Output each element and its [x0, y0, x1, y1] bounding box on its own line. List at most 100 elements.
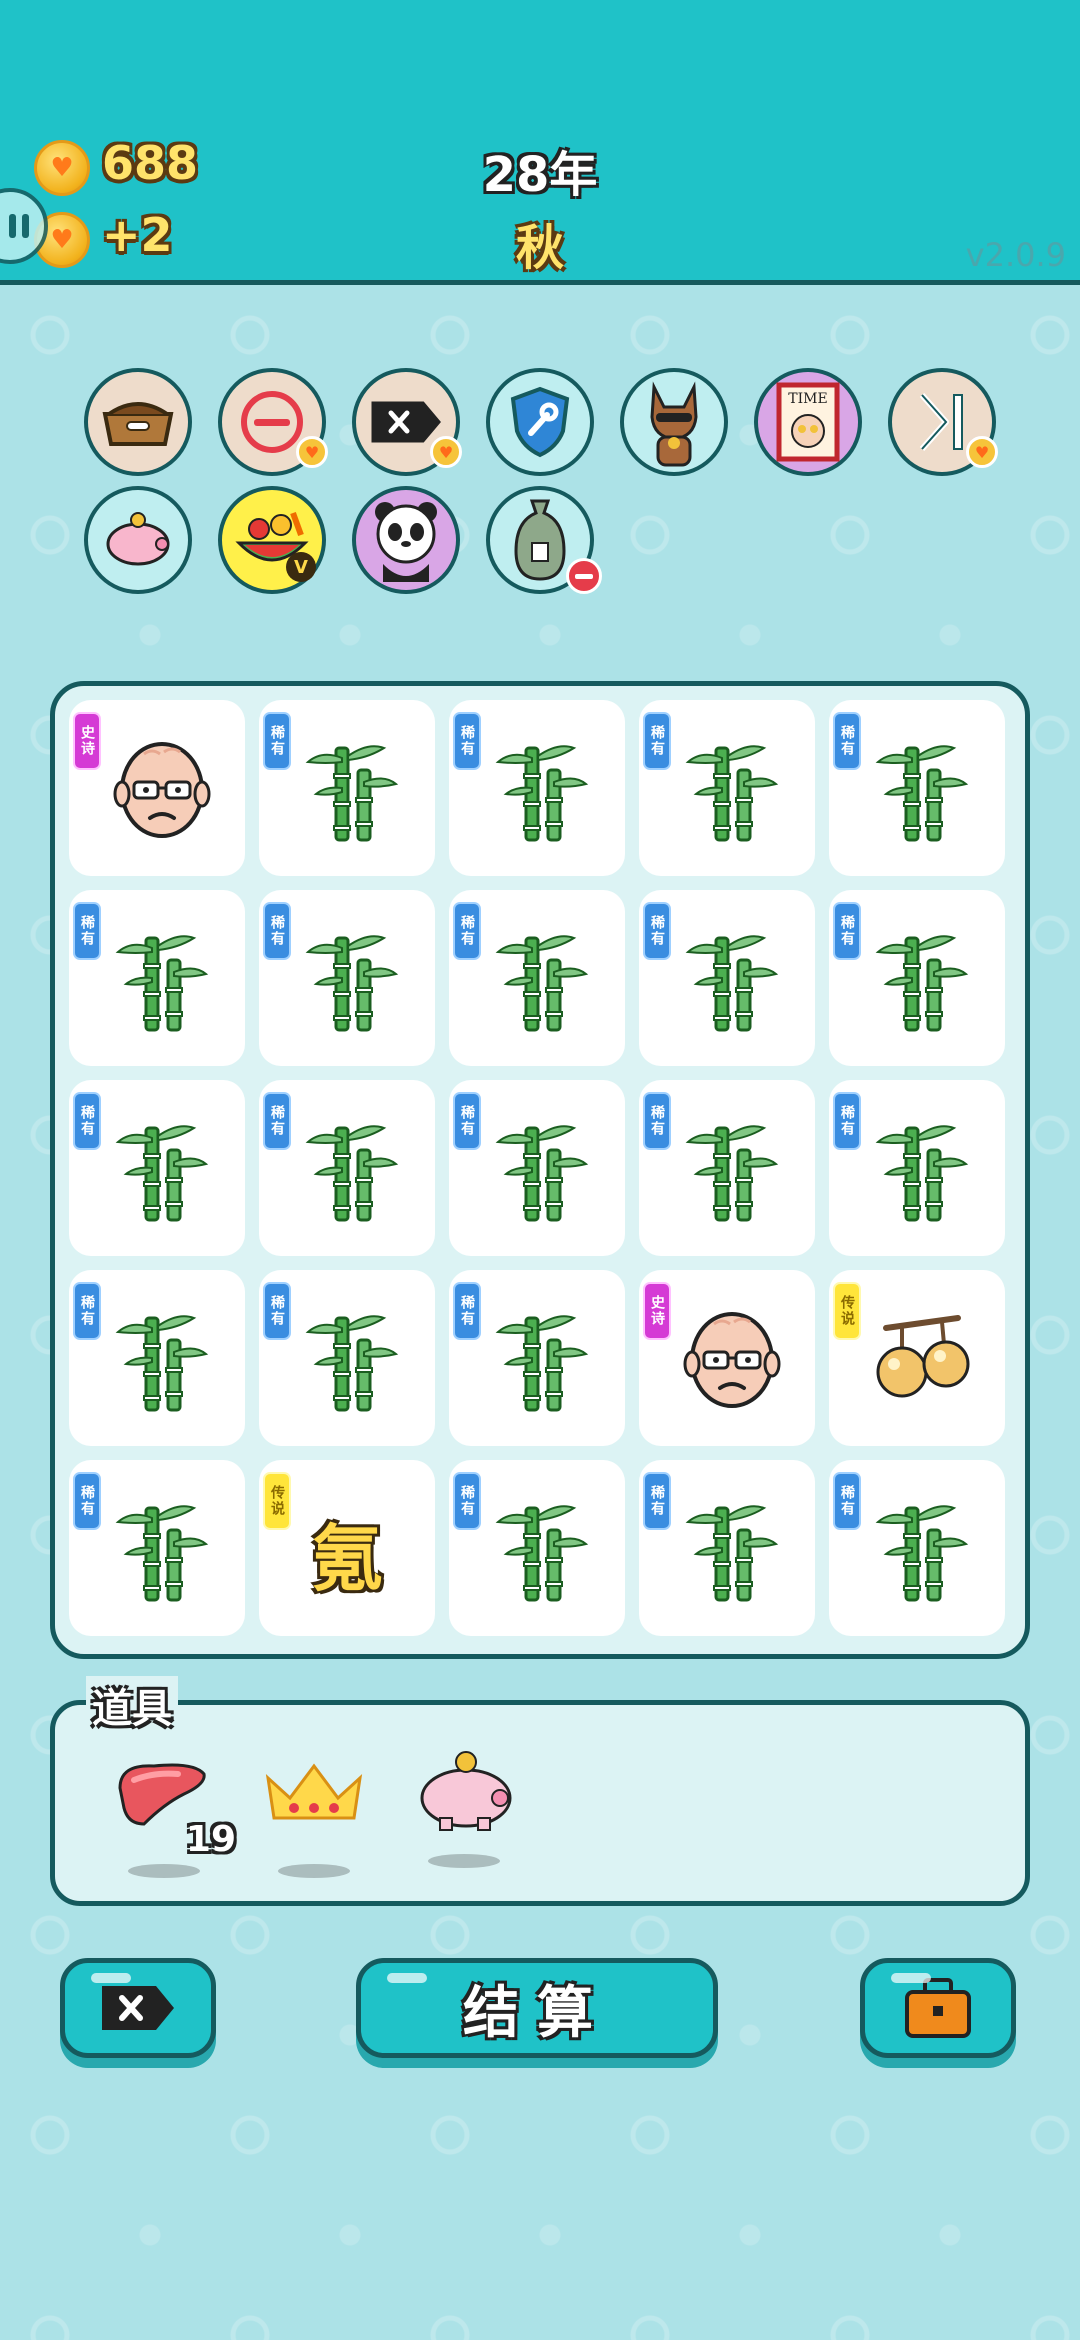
remove-symbol-button[interactable] — [60, 1958, 216, 2058]
rarity-tag-rare: 稀有 — [833, 1092, 861, 1150]
items-title: 道具 — [86, 1676, 178, 1734]
bamboo-icon — [305, 1125, 399, 1222]
inventory-button[interactable] — [860, 1958, 1016, 2058]
bamboo-icon — [495, 745, 589, 842]
bamboo-icon — [115, 1315, 209, 1412]
slot-cell-bamboo[interactable]: 稀有 — [639, 890, 815, 1066]
rarity-tag-rare: 稀有 — [833, 902, 861, 960]
rarity-tag-rare: 稀有 — [453, 712, 481, 770]
old-man-icon — [113, 742, 211, 838]
slot-cell-bamboo[interactable]: 稀有 — [449, 1270, 625, 1446]
delete-tag-icon — [102, 1986, 174, 2030]
delete-tag-icon[interactable]: ♥ — [352, 368, 462, 476]
version-label: v2.0.9 — [965, 236, 1066, 274]
rarity-tag-rare: 稀有 — [643, 1092, 671, 1150]
season-label: 秋 — [515, 220, 564, 276]
rarity-tag-epic: 史诗 — [643, 1282, 671, 1340]
slot-cell-bamboo[interactable]: 稀有 — [69, 1270, 245, 1446]
remove-badge — [566, 558, 602, 594]
piggy-bank-icon[interactable] — [84, 486, 192, 594]
rarity-tag-rare: 稀有 — [453, 1282, 481, 1340]
slot-cell-bamboo[interactable]: 稀有 — [449, 1080, 625, 1256]
bamboo-icon — [495, 1315, 589, 1412]
slot-cell-bamboo[interactable]: 稀有 — [449, 1460, 625, 1636]
liver-item[interactable]: 19 — [114, 1758, 236, 1878]
rarity-tag-rare: 稀有 — [263, 902, 291, 960]
remove-coin-icon[interactable]: ♥ — [218, 368, 328, 476]
settle-button[interactable]: 结算 — [356, 1958, 718, 2058]
slot-cell-bamboo[interactable]: 稀有 — [639, 700, 815, 876]
bamboo-icon — [875, 745, 969, 842]
coin-icon: ♥ — [966, 436, 998, 468]
slot-cell-bamboo[interactable]: 稀有 — [259, 890, 435, 1066]
slot-board: 史诗 稀有 稀有 稀有 稀有 稀有 稀有 稀有 稀有 稀有 稀有 稀有 稀有 稀有 稀有 稀有 稀有 稀有 史诗 传说… — [50, 681, 1030, 1659]
rarity-tag-rare: 稀有 — [453, 1092, 481, 1150]
crown-item[interactable] — [264, 1758, 364, 1878]
skip-icon[interactable]: ♥ — [888, 368, 998, 476]
bamboo-icon — [875, 935, 969, 1032]
sack-icon[interactable] — [486, 486, 602, 594]
bamboo-icon — [115, 935, 209, 1032]
bamboo-icon — [685, 1125, 779, 1222]
slot-cell-bamboo[interactable]: 稀有 — [449, 700, 625, 876]
slot-cell-old-man[interactable]: 史诗 — [69, 700, 245, 876]
rarity-tag-rare: 稀有 — [453, 1472, 481, 1530]
slot-cell-bamboo[interactable]: 稀有 — [449, 890, 625, 1066]
slot-cell-bamboo[interactable]: 稀有 — [69, 890, 245, 1066]
coin-income: +2 — [102, 208, 173, 262]
bamboo-icon — [875, 1125, 969, 1222]
rarity-tag-epic: 史诗 — [73, 712, 101, 770]
rarity-tag-rare: 稀有 — [643, 712, 671, 770]
slot-cell-bamboo[interactable]: 稀有 — [829, 700, 1005, 876]
shiba-dog-icon[interactable] — [620, 368, 728, 476]
vip-badge: V — [286, 552, 316, 582]
slot-cell-bamboo[interactable]: 稀有 — [829, 1080, 1005, 1256]
bamboo-icon — [305, 745, 399, 842]
bamboo-icon — [115, 1125, 209, 1222]
briefcase-icon — [905, 1978, 971, 2038]
rarity-tag-rare: 稀有 — [453, 902, 481, 960]
coin-icon: ♥ — [34, 140, 90, 196]
slot-cell-old-man[interactable]: 史诗 — [639, 1270, 815, 1446]
rarity-tag-rare: 稀有 — [263, 712, 291, 770]
panda-icon[interactable] — [352, 486, 460, 594]
rarity-tag-rare: 稀有 — [73, 1282, 101, 1340]
rarity-tag-rare: 稀有 — [73, 1472, 101, 1530]
element-symbol: 氪 — [310, 1517, 383, 1601]
rarity-tag-rare: 稀有 — [833, 1472, 861, 1530]
bamboo-icon — [685, 1505, 779, 1602]
slot-cell-bamboo[interactable]: 稀有 — [259, 1270, 435, 1446]
wrench-shield-icon[interactable] — [486, 368, 594, 476]
dog-food-bowl-icon[interactable] — [84, 368, 192, 476]
bamboo-icon — [495, 1505, 589, 1602]
slot-cell-bamboo[interactable]: 稀有 — [639, 1080, 815, 1256]
slot-cell-bamboo[interactable]: 稀有 — [639, 1460, 815, 1636]
old-man-icon — [683, 1312, 781, 1408]
year-label: 28年 — [482, 147, 598, 203]
rarity-tag-rare: 稀有 — [643, 902, 671, 960]
rarity-tag-rare: 稀有 — [643, 1472, 671, 1530]
time-magazine-icon[interactable]: TIME — [754, 368, 862, 476]
rarity-tag-rare: 稀有 — [263, 1282, 291, 1340]
settle-label: 结算 — [463, 1980, 611, 2046]
fruit-platter-icon[interactable]: V — [218, 486, 326, 594]
slot-cell-element[interactable]: 传说氪 — [259, 1460, 435, 1636]
coin-count: 688 — [102, 136, 199, 190]
bamboo-icon — [495, 935, 589, 1032]
top-bar: ♥ 688 ♥ +2 28年 秋 v2.0.9 — [0, 0, 1080, 285]
slot-cell-bamboo[interactable]: 稀有 — [69, 1460, 245, 1636]
slot-cell-bamboo[interactable]: 稀有 — [259, 1080, 435, 1256]
piggy-bank-item[interactable] — [414, 1748, 514, 1868]
slot-cell-bamboo[interactable]: 稀有 — [259, 700, 435, 876]
bamboo-icon — [115, 1505, 209, 1602]
coin-icon: ♥ — [430, 436, 462, 468]
slot-cell-gourds[interactable]: 传说 — [829, 1270, 1005, 1446]
piggy-bank-icon — [420, 1751, 512, 1831]
slot-cell-bamboo[interactable]: 稀有 — [69, 1080, 245, 1256]
bamboo-icon — [685, 935, 779, 1032]
coin-icon: ♥ — [296, 436, 328, 468]
rarity-tag-legend: 传说 — [833, 1282, 861, 1340]
slot-cell-bamboo[interactable]: 稀有 — [829, 890, 1005, 1066]
slot-cell-bamboo[interactable]: 稀有 — [829, 1460, 1005, 1636]
bamboo-icon — [305, 1315, 399, 1412]
